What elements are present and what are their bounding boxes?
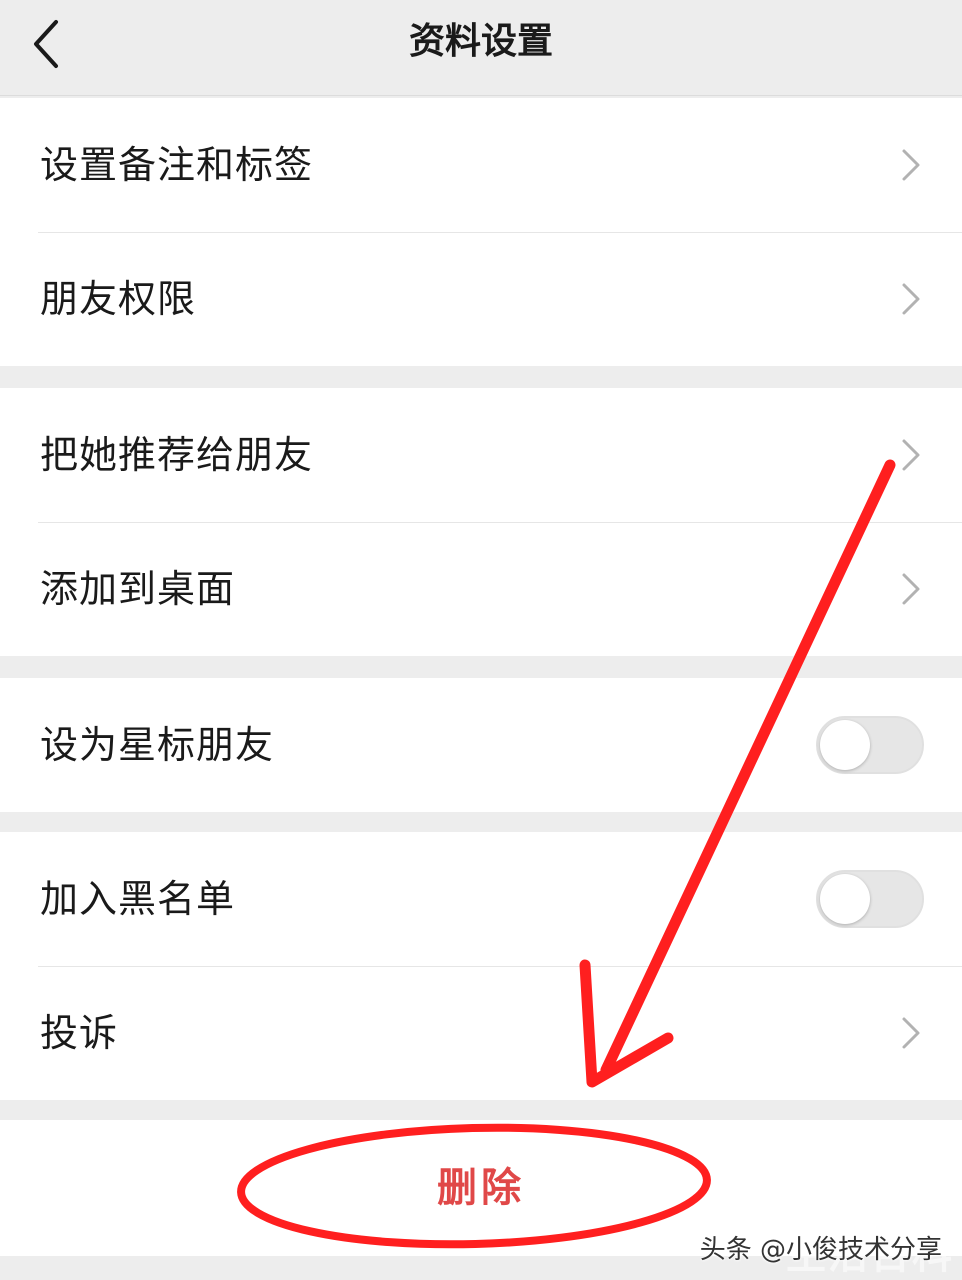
row-label: 投诉 [40,1011,119,1055]
chevron-right-icon [902,1017,920,1049]
navigation-bar: 资料设置 [0,0,962,96]
page-title: 资料设置 [408,21,553,62]
row-complain[interactable]: 投诉 [0,966,962,1100]
settings-group-remark: 设置备注和标签 朋友权限 [0,98,962,366]
star-friend-toggle[interactable] [816,716,924,774]
row-add-to-desktop[interactable]: 添加到桌面 [0,522,962,656]
row-recommend-to-friend[interactable]: 把她推荐给朋友 [0,388,962,522]
chevron-right-icon [902,149,920,181]
row-label: 设置备注和标签 [40,143,314,187]
row-label: 加入黑名单 [40,877,236,921]
toggle-knob [820,874,870,924]
settings-group-block: 加入黑名单 投诉 [0,832,962,1100]
chevron-right-icon [902,283,920,315]
source-watermark: 头条 @小俊技术分享 [699,1235,942,1265]
blacklist-toggle[interactable] [816,870,924,928]
row-set-remark-and-tags[interactable]: 设置备注和标签 [0,98,962,232]
row-add-to-blacklist[interactable]: 加入黑名单 [0,832,962,966]
row-friend-permissions[interactable]: 朋友权限 [0,232,962,366]
row-label: 朋友权限 [40,277,197,321]
row-label: 设为星标朋友 [40,723,275,767]
toggle-knob [820,720,870,770]
settings-group-share: 把她推荐给朋友 添加到桌面 [0,388,962,656]
settings-group-star: 设为星标朋友 [0,678,962,812]
row-star-friend[interactable]: 设为星标朋友 [0,678,962,812]
row-label: 把她推荐给朋友 [40,433,314,477]
chevron-right-icon [902,573,920,605]
chevron-right-icon [902,439,920,471]
row-label: 添加到桌面 [40,567,236,611]
